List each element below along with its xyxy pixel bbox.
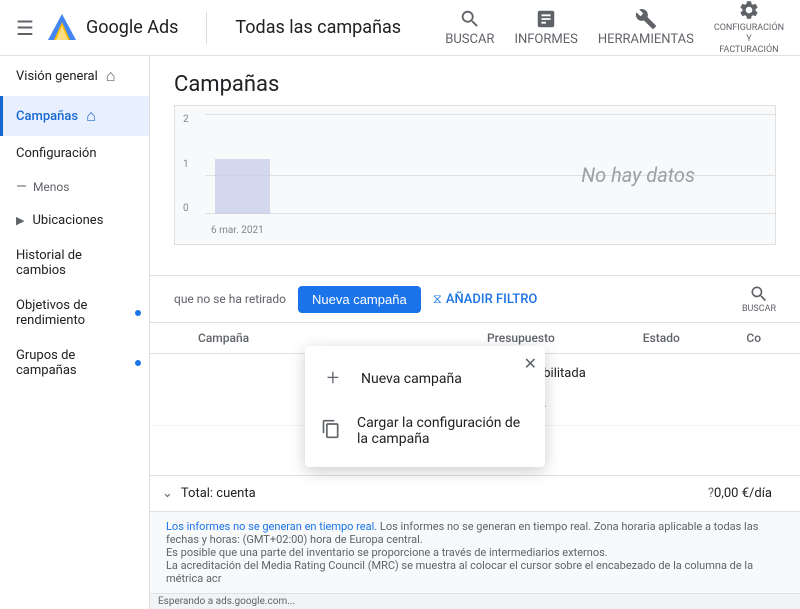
status-bar: Esperando a ads.google.com... — [150, 593, 800, 609]
section-label: Menos — [33, 180, 70, 194]
status-text: Esperando a ads.google.com... — [158, 596, 295, 607]
grid-line-top — [205, 114, 775, 115]
notification-dot — [135, 310, 141, 316]
minus-icon: — — [16, 179, 27, 195]
info-line-2: Es posible que una parte del inventario … — [166, 546, 784, 559]
dropdown-item-label: Nueva campaña — [361, 371, 462, 387]
info-line-3: La acreditación del Media Rating Council… — [166, 559, 784, 585]
footer-row: ⌄ Total: cuenta ? 0,00 €/día — [150, 475, 800, 511]
reports-action[interactable]: INFORMES — [514, 8, 577, 47]
dropdown-close-button[interactable]: ✕ — [524, 354, 537, 374]
grid-line-bot — [205, 213, 775, 214]
add-filter-button[interactable]: ⧖ AÑADIR FILTRO — [433, 292, 538, 307]
page-title: Campañas — [174, 72, 776, 97]
sidebar-label: Visión general — [16, 69, 98, 84]
tools-label: HERRAMIENTAS — [598, 32, 694, 47]
tools-action[interactable]: HERRAMIENTAS — [598, 8, 694, 47]
bottom-info: Los informes no se generan en tiempo rea… — [150, 511, 800, 593]
no-data-text: No hay datos — [581, 163, 695, 187]
sidebar-item-historial[interactable]: Historial de cambios — [0, 238, 149, 288]
search-label: BUSCAR — [445, 32, 494, 47]
chart-inner: 2 1 0 6 mar. 2021 No hay datos — [174, 105, 776, 245]
add-filter-label: AÑADIR FILTRO — [446, 292, 538, 307]
new-campaign-button[interactable]: Nueva campaña — [298, 286, 421, 313]
footer-total-label: Total: cuenta — [181, 486, 704, 501]
chart-y-labels: 2 1 0 — [183, 114, 189, 214]
content-area: Campañas 2 1 0 6 mar. 2021 No ha — [150, 56, 800, 609]
y-label-0: 0 — [183, 203, 189, 214]
sidebar-item-configuracion[interactable]: Configuración — [0, 136, 149, 171]
info-link[interactable]: Los informes no se generan en tiempo rea… — [166, 520, 377, 533]
copy-icon — [321, 419, 341, 444]
dropdown-overlay: ✕ + Nueva campaña Cargar la configuració… — [305, 346, 545, 467]
search-icon — [749, 284, 769, 304]
home-icon: ⌂ — [86, 106, 96, 126]
topbar-page-title: Todas las campañas — [235, 17, 401, 38]
topbar-divider — [206, 12, 207, 44]
sidebar-label: Campañas — [16, 109, 78, 124]
filter-icon: ⧖ — [433, 292, 442, 307]
sidebar-section-menos[interactable]: — Menos — [0, 171, 149, 203]
filter-prefix: que no se ha retirado — [174, 292, 286, 306]
logo-icon — [46, 12, 78, 44]
reports-label: INFORMES — [514, 32, 577, 47]
notification-dot — [135, 360, 141, 366]
topbar: ☰ Google Ads Todas las campañas BUSCAR I… — [0, 0, 800, 56]
sidebar-item-ubicaciones[interactable]: ▶ Ubicaciones — [0, 203, 149, 238]
expand-icon: ▶ — [16, 214, 24, 227]
chart-area: 2 1 0 6 mar. 2021 No hay datos — [150, 105, 800, 275]
col-other: Co — [734, 323, 800, 354]
footer-chevron[interactable]: ⌄ — [162, 486, 173, 501]
logo: Google Ads — [46, 12, 178, 44]
toolbar-search-button[interactable]: BUSCAR — [742, 284, 776, 314]
search-label: BUSCAR — [742, 304, 776, 314]
y-label-1: 1 — [183, 159, 189, 170]
info-line-1: Los informes no se generan en tiempo rea… — [166, 520, 784, 546]
dropdown-item-cargar[interactable]: Cargar la configuración de la campaña — [305, 403, 545, 459]
dropdown-item-nueva-campana[interactable]: + Nueva campaña — [305, 354, 545, 403]
app-name: Google Ads — [86, 17, 178, 38]
home-icon: ⌂ — [106, 66, 116, 86]
sidebar-label: Objetivos de rendimiento — [16, 298, 133, 328]
sidebar-label: Historial de cambios — [16, 248, 133, 278]
sidebar: Visión general ⌂ Campañas ⌂ Configuració… — [0, 56, 150, 609]
config-label: CONFIGURACIÓNYFACTURACIÓN — [714, 23, 784, 55]
sidebar-item-grupos[interactable]: Grupos de campañas — [0, 338, 149, 388]
dropdown-menu: ✕ + Nueva campaña Cargar la configuració… — [305, 346, 545, 467]
config-action[interactable]: CONFIGURACIÓNYFACTURACIÓN — [714, 0, 784, 56]
search-action[interactable]: BUSCAR — [445, 8, 494, 47]
menu-icon[interactable]: ☰ — [16, 16, 34, 40]
footer-amount: 0,00 €/día — [714, 486, 788, 501]
main-layout: Visión general ⌂ Campañas ⌂ Configuració… — [0, 56, 800, 609]
sidebar-label: Ubicaciones — [32, 213, 103, 228]
topbar-right: BUSCAR INFORMES HERRAMIENTAS CONFIGURACI… — [445, 0, 784, 56]
content-header: Campañas — [150, 56, 800, 105]
sidebar-label: Grupos de campañas — [16, 348, 133, 378]
chart-x-label: 6 mar. 2021 — [211, 225, 264, 236]
y-label-2: 2 — [183, 114, 189, 125]
col-estado: Estado — [631, 323, 735, 354]
toolbar: que no se ha retirado Nueva campaña ⧖ AÑ… — [150, 275, 800, 323]
sidebar-item-objetivos[interactable]: Objetivos de rendimiento — [0, 288, 149, 338]
sidebar-item-campanas[interactable]: Campañas ⌂ — [0, 96, 149, 136]
sidebar-label: Configuración — [16, 146, 97, 161]
sidebar-item-vision-general[interactable]: Visión general ⌂ — [0, 56, 149, 96]
dropdown-item-label: Cargar la configuración de la campaña — [357, 415, 529, 447]
chart-bar — [215, 159, 270, 214]
plus-icon: + — [321, 366, 345, 391]
topbar-left: ☰ Google Ads Todas las campañas — [16, 12, 445, 44]
